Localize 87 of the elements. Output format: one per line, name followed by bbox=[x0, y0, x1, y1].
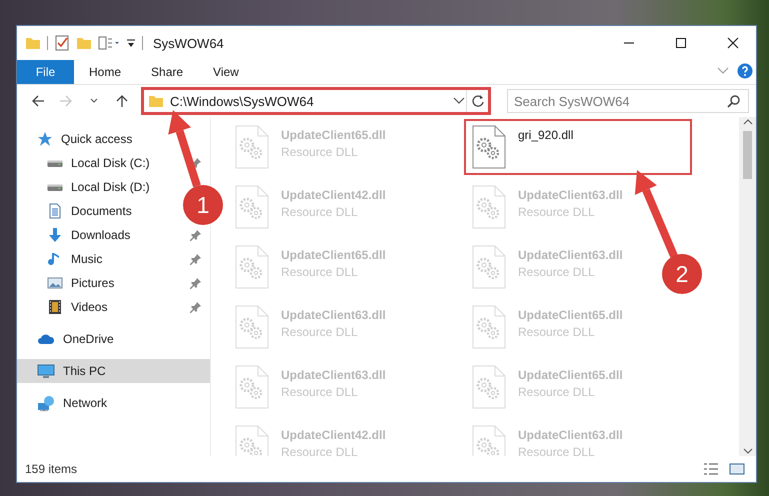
file-type: Resource DLL bbox=[518, 445, 596, 456]
nav-item[interactable]: Pictures bbox=[17, 271, 210, 295]
scroll-thumb[interactable] bbox=[743, 131, 752, 179]
step-badge: 2 bbox=[662, 254, 702, 294]
document-icon bbox=[47, 203, 63, 219]
network-icon bbox=[37, 395, 55, 411]
scrollbar[interactable] bbox=[739, 117, 756, 456]
details-view-icon bbox=[703, 462, 719, 476]
close-icon bbox=[727, 37, 739, 49]
file-name: UpdateClient65.dll bbox=[281, 128, 386, 142]
refresh-icon bbox=[470, 94, 484, 108]
file-menu-tab[interactable]: File bbox=[17, 60, 74, 84]
file-name: UpdateClient63.dll bbox=[518, 428, 623, 442]
file-name: UpdateClient65.dll bbox=[518, 308, 623, 322]
file-type: Resource DLL bbox=[281, 325, 359, 339]
drive-icon bbox=[47, 160, 63, 166]
step-badge: 1 bbox=[183, 185, 223, 225]
file-item[interactable]: gri_920.dll bbox=[464, 119, 692, 175]
film-icon bbox=[47, 299, 63, 315]
file-type: Resource DLL bbox=[281, 205, 359, 219]
large-icons-view-icon bbox=[729, 462, 745, 476]
file-name: UpdateClient63.dll bbox=[281, 368, 386, 382]
search-field[interactable]: Search SysWOW64 bbox=[507, 89, 749, 113]
nav-item[interactable]: Music bbox=[17, 247, 210, 271]
file-name: UpdateClient65.dll bbox=[518, 368, 623, 382]
star-icon bbox=[37, 131, 53, 147]
forward-icon bbox=[59, 94, 73, 108]
nav-item[interactable]: Network bbox=[17, 391, 116, 415]
nav-item[interactable]: This PC bbox=[17, 359, 210, 383]
gear-file-icon bbox=[235, 185, 269, 229]
ribbon-tab[interactable]: View bbox=[198, 60, 254, 84]
nav-item[interactable]: Local Disk (D:) bbox=[17, 175, 158, 199]
gear-file-icon bbox=[235, 425, 269, 456]
nav-item[interactable]: Local Disk (C:) bbox=[17, 151, 210, 175]
nav-item[interactable]: Videos bbox=[17, 295, 210, 319]
file-type: Resource DLL bbox=[518, 385, 596, 399]
gear-file-icon bbox=[472, 425, 506, 456]
gear-file-icon bbox=[472, 365, 506, 409]
picture-icon bbox=[47, 275, 63, 291]
scroll-up-icon bbox=[742, 117, 752, 127]
gear-file-icon bbox=[472, 305, 506, 349]
item-count: 159 items bbox=[25, 462, 78, 476]
maximize-icon bbox=[675, 37, 687, 49]
gear-file-icon bbox=[235, 125, 269, 169]
gear-file-icon bbox=[472, 185, 506, 229]
gear-file-icon bbox=[472, 125, 506, 169]
nav-item[interactable]: Documents bbox=[17, 199, 140, 223]
scroll-down-icon bbox=[742, 446, 752, 456]
drive-icon bbox=[47, 184, 63, 190]
file-type: Resource DLL bbox=[281, 445, 359, 456]
ribbon-tab[interactable]: Home bbox=[74, 60, 136, 84]
nav-item[interactable]: OneDrive bbox=[17, 327, 122, 351]
address-bar[interactable]: C:\Windows\SysWOW64 bbox=[141, 87, 491, 115]
nav-item[interactable]: Downloads bbox=[17, 223, 210, 247]
customize-dropdown-icon bbox=[126, 37, 136, 49]
folder-icon bbox=[25, 36, 41, 50]
file-type: Resource DLL bbox=[281, 265, 359, 279]
up-icon bbox=[115, 94, 129, 108]
file-name: UpdateClient42.dll bbox=[281, 428, 386, 442]
down-arrow-icon bbox=[47, 227, 63, 243]
help-icon bbox=[737, 63, 753, 79]
window-title: SysWOW64 bbox=[153, 36, 225, 50]
file-type: Resource DLL bbox=[518, 265, 596, 279]
gear-file-icon bbox=[472, 245, 506, 289]
chevron-down-icon bbox=[452, 96, 466, 106]
file-name: UpdateClient63.dll bbox=[518, 248, 623, 262]
nav-item[interactable]: Quick access bbox=[17, 127, 140, 151]
gear-file-icon bbox=[235, 245, 269, 289]
new-folder-icon bbox=[76, 36, 92, 50]
file-type: Resource DLL bbox=[518, 205, 596, 219]
back-icon bbox=[31, 94, 45, 108]
chevron-down-icon bbox=[717, 67, 729, 75]
view-dropdown-icon bbox=[98, 36, 120, 50]
file-name: UpdateClient63.dll bbox=[518, 188, 623, 202]
file-type: Resource DLL bbox=[518, 325, 596, 339]
gear-file-icon bbox=[235, 305, 269, 349]
file-name: UpdateClient65.dll bbox=[281, 248, 386, 262]
file-type: Resource DLL bbox=[281, 385, 359, 399]
gear-file-icon bbox=[235, 365, 269, 409]
file-name: gri_920.dll bbox=[518, 128, 574, 142]
properties-icon bbox=[54, 35, 70, 51]
monitor-icon bbox=[37, 363, 55, 379]
folder-icon bbox=[148, 94, 164, 108]
file-name: UpdateClient42.dll bbox=[281, 188, 386, 202]
file-type: Resource DLL bbox=[281, 145, 359, 159]
ribbon-tab[interactable]: Share bbox=[136, 60, 198, 84]
file-name: UpdateClient63.dll bbox=[281, 308, 386, 322]
